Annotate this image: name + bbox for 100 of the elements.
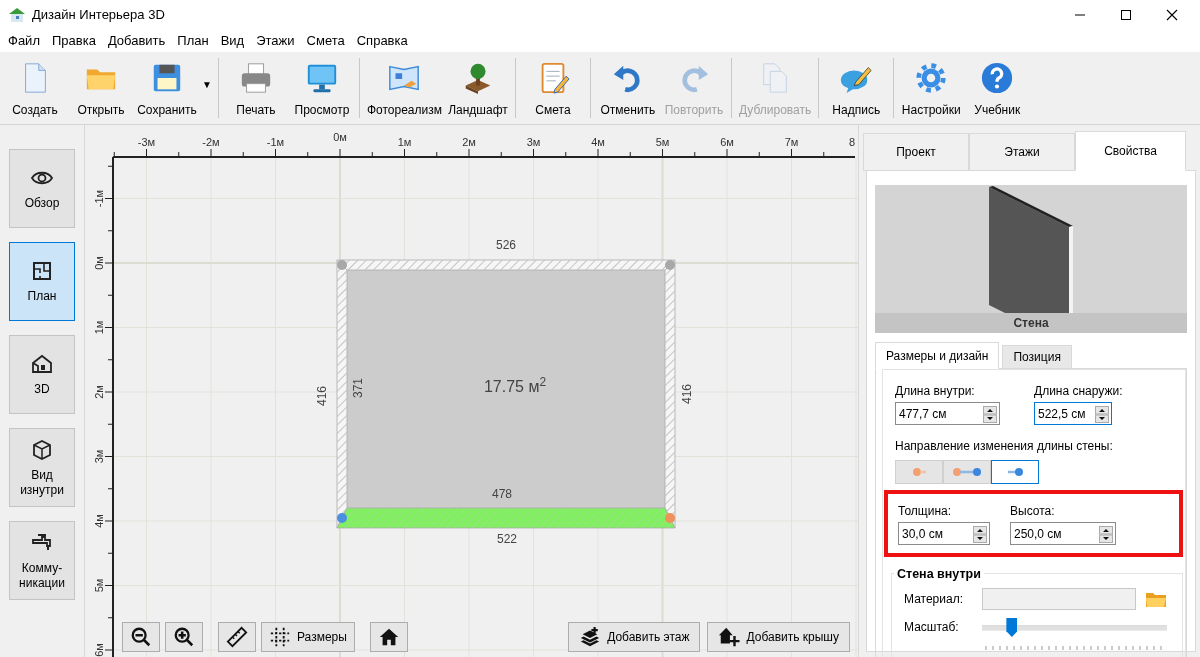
panel-tab[interactable]: Проект xyxy=(863,133,969,171)
toolbar-button[interactable]: Отменить xyxy=(594,55,661,121)
corner-handle[interactable] xyxy=(665,513,675,523)
field-label: Материал: xyxy=(903,591,964,608)
corner-handle[interactable] xyxy=(337,513,347,523)
number-field[interactable]: 250,0 см xyxy=(1010,522,1116,545)
field-label: Высота: xyxy=(1010,503,1056,520)
ruler-button[interactable] xyxy=(218,622,256,652)
toolbar-button[interactable]: Учебник xyxy=(964,55,1031,121)
help-icon xyxy=(980,61,1015,95)
window-title: Дизайн Интерьера 3D xyxy=(32,6,165,25)
menu-item[interactable]: Добавить xyxy=(101,31,172,51)
zoom-out-button[interactable] xyxy=(122,622,160,652)
ruler-label: 4м xyxy=(591,136,605,148)
field-label: Длина внутри: xyxy=(895,383,976,400)
dimension-label: 416 xyxy=(680,384,694,404)
view-mode-button[interactable]: План xyxy=(9,242,75,321)
ruler-label: -1м xyxy=(93,189,105,208)
menu-item[interactable]: План xyxy=(171,31,215,51)
toolbar-button[interactable]: Ландшафт xyxy=(444,55,511,121)
corner-handle[interactable] xyxy=(665,260,675,270)
folder-icon[interactable] xyxy=(1145,590,1167,608)
ruler-label: 2м xyxy=(93,385,105,399)
spin-button[interactable] xyxy=(1099,526,1113,544)
slider-thumb[interactable] xyxy=(1006,618,1018,637)
panel-tab[interactable]: Этажи xyxy=(969,133,1075,171)
app-logo-icon xyxy=(8,6,26,24)
ruler-label: 3м xyxy=(526,136,541,148)
dimension-label: 522 xyxy=(497,532,517,546)
field-label: Длина снаружи: xyxy=(1034,383,1124,400)
dot-line-icon xyxy=(1007,467,1023,477)
ruler-label: 5м xyxy=(93,578,105,593)
toolbar-button[interactable]: Надпись xyxy=(823,55,890,121)
area-label: 17.75 м$^{2}$ xyxy=(483,375,547,397)
spin-button[interactable] xyxy=(983,406,997,424)
ruler-label: -1м xyxy=(266,136,285,148)
toolbar-button[interactable]: Размеры xyxy=(261,622,355,652)
ruler-label: 5м xyxy=(655,136,670,148)
ruler-label: 6м xyxy=(720,136,734,148)
ruler-label: 4м xyxy=(93,514,105,528)
menu-item[interactable]: Этажи xyxy=(250,31,301,51)
wall[interactable] xyxy=(336,259,348,529)
toolbar-button[interactable]: Создать xyxy=(2,55,68,121)
toolbar-button[interactable]: Настройки xyxy=(898,55,965,121)
ruler-label: 3м xyxy=(93,449,105,464)
layers-plus-icon xyxy=(579,626,602,648)
maximize-icon xyxy=(1120,9,1132,21)
dot-line-icon xyxy=(911,467,927,477)
ruler-label: 0м xyxy=(333,131,347,143)
menu-item[interactable]: Файл xyxy=(2,31,46,51)
dimensions-icon xyxy=(269,626,291,648)
toolbar-button[interactable]: Открыть xyxy=(68,55,134,121)
dimension-label: 526 xyxy=(496,238,516,252)
ruler-label: 1м xyxy=(93,320,105,335)
zoom-in-button[interactable] xyxy=(165,622,203,652)
view-mode-button[interactable]: Обзор xyxy=(9,149,75,228)
number-field[interactable]: 477,7 см xyxy=(895,402,1000,425)
menu-item[interactable]: Вид xyxy=(214,31,251,51)
ruler-label: 2м xyxy=(462,136,476,148)
material-field[interactable] xyxy=(982,588,1136,610)
toolbar-button[interactable]: Добавить крышу xyxy=(707,622,850,652)
menu-item[interactable]: Справка xyxy=(350,31,414,51)
panel-tab[interactable]: Размеры и дизайн xyxy=(875,342,1000,369)
ruler-icon xyxy=(226,626,248,648)
direction-option[interactable] xyxy=(991,460,1039,484)
dimension-label: 416 xyxy=(315,386,329,406)
corner-handle[interactable] xyxy=(337,260,347,270)
ruler-label: -3м xyxy=(137,136,156,148)
toolbar-button[interactable]: Просмотр xyxy=(288,55,355,121)
room-cube-icon xyxy=(30,438,54,463)
panel-tab[interactable]: Позиция xyxy=(1002,345,1072,369)
toolbar-button[interactable]: Добавить этаж xyxy=(568,622,701,652)
wall[interactable] xyxy=(664,259,676,529)
house-plus-icon xyxy=(718,626,741,648)
settings-icon xyxy=(914,61,949,95)
dimension-label: 371 xyxy=(351,378,365,398)
toolbar-button[interactable]: Смета xyxy=(519,55,586,121)
field-label: Направление изменения длины стены: xyxy=(895,438,1114,455)
panel-tab[interactable]: Свойства xyxy=(1075,131,1186,171)
ruler-label: 1м xyxy=(397,136,412,148)
home-icon xyxy=(377,626,400,648)
home-button[interactable] xyxy=(369,622,408,652)
view-mode-button[interactable]: Комму-никации xyxy=(9,521,75,600)
menu-item[interactable]: Смета xyxy=(300,31,351,51)
ruler-label: 7м xyxy=(784,136,799,148)
wall[interactable] xyxy=(336,259,676,271)
view-mode-button[interactable]: Вид изнутри xyxy=(9,428,75,507)
toolbar-button[interactable]: Фотореализм xyxy=(363,55,445,121)
wall[interactable] xyxy=(336,507,676,529)
spin-button[interactable] xyxy=(973,526,987,544)
spin-button[interactable] xyxy=(1095,406,1109,424)
dimension-label: 478 xyxy=(492,487,512,501)
ruler-label: 8 xyxy=(848,136,856,148)
toolbar-button[interactable]: Печать xyxy=(222,55,289,121)
toolbar-button[interactable]: Сохранить xyxy=(134,55,200,121)
zoom-in-icon xyxy=(173,626,195,648)
preview-caption: Стена xyxy=(875,313,1187,333)
view-mode-button[interactable]: 3D xyxy=(9,335,75,414)
menu-item[interactable]: Правка xyxy=(45,31,102,51)
ruler-label: -2м xyxy=(202,136,220,148)
